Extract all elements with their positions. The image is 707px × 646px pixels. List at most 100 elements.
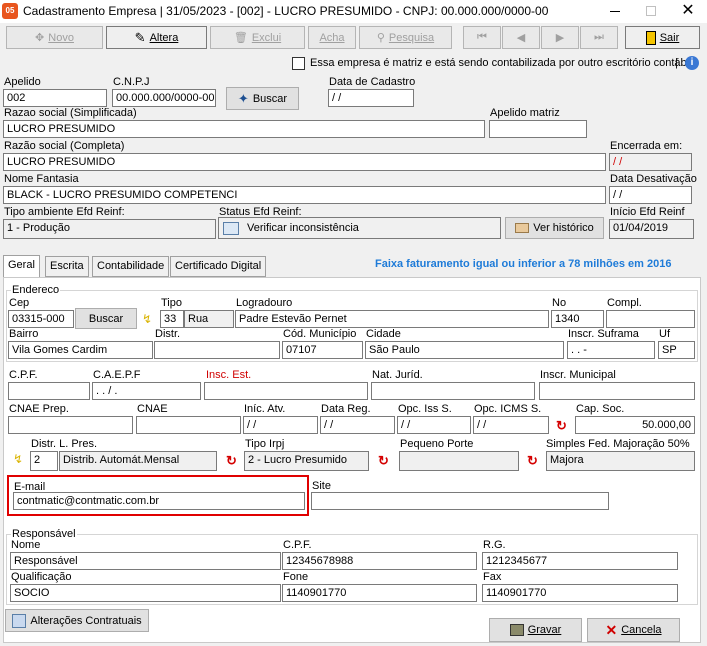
tab-certificado-digital[interactable]: Certificado Digital [170, 256, 267, 277]
close-button[interactable]: ✕ [669, 0, 707, 22]
tab-geral[interactable]: Geral [3, 255, 40, 278]
novo-button[interactable]: ✥ Novo [6, 26, 103, 49]
qualificacao-field[interactable]: SOCIO [10, 584, 281, 602]
opc-iss-field[interactable]: / / [397, 416, 471, 434]
cidade-label: Cidade [366, 328, 401, 340]
pesquisa-button[interactable]: ⚲ Pesquisa [359, 26, 452, 49]
cnae-field[interactable] [136, 416, 241, 434]
tipo-label: Tipo [161, 297, 182, 309]
cnpj-field[interactable]: 00.000.000/0000-00 [112, 89, 216, 107]
tab-escrita[interactable]: Escrita [45, 256, 89, 277]
tipo-ambiente-field[interactable]: 1 - Produção [3, 219, 216, 239]
gravar-button[interactable]: Gravar [489, 618, 582, 642]
inscr-municipal-label: Inscr. Municipal [540, 369, 616, 381]
acha-button[interactable]: Acha [308, 26, 356, 49]
data-desativacao-field[interactable]: / / [609, 186, 692, 204]
simples-majoracao-field[interactable]: Majora [546, 451, 695, 471]
cidade-field[interactable]: São Paulo [365, 341, 564, 359]
contract-icon [12, 613, 27, 628]
resp-nome-label: Nome [11, 539, 41, 551]
faixa-faturamento-text: Faixa faturamento igual ou inferior a 78… [375, 258, 672, 270]
complemento-field[interactable] [606, 310, 695, 328]
caepf-field[interactable]: . . / . [92, 382, 201, 400]
resp-cpf-field[interactable]: 12345678988 [282, 552, 477, 570]
distr-lucro-label: Distr. L. Pres. [31, 438, 98, 450]
suframa-field[interactable]: . . - [567, 341, 655, 359]
buscar-cep-button[interactable]: Buscar [75, 308, 137, 329]
distrito-field[interactable] [154, 341, 280, 359]
nome-fantasia-label: Nome Fantasia [4, 173, 79, 185]
last-record-button[interactable]: ⏭ [580, 26, 618, 49]
numero-field[interactable]: 1340 [551, 310, 604, 328]
fax-field[interactable]: 1140901770 [482, 584, 678, 602]
first-record-button[interactable]: ⏮ [463, 26, 501, 49]
opc-icms-field[interactable]: / / [473, 416, 549, 434]
pequeno-porte-field[interactable] [399, 451, 519, 471]
data-cadastro-label: Data de Cadastro [329, 76, 416, 88]
resp-nome-field[interactable]: Responsável [10, 552, 281, 570]
maximize-button [633, 0, 669, 22]
cod-municipio-field[interactable]: 07107 [282, 341, 363, 359]
reload-icon[interactable]: ↻ [527, 454, 541, 467]
logradouro-field[interactable]: Padre Estevão Pernet [235, 310, 549, 328]
matriz-checkbox[interactable] [292, 57, 305, 70]
reload-icon[interactable]: ↻ [378, 454, 392, 467]
razao-completa-label: Razão social (Completa) [4, 140, 125, 152]
cancela-button[interactable]: ✕ Cancela [587, 618, 680, 642]
edit-icon: ✎ [134, 29, 146, 45]
inicio-reinf-field[interactable]: 01/04/2019 [609, 219, 694, 239]
inscr-municipal-field[interactable] [539, 382, 695, 400]
apelido-field[interactable]: 002 [3, 89, 107, 107]
insc-est-label: Insc. Est. [206, 369, 252, 381]
tipo-irpj-field[interactable]: 2 - Lucro Presumido [244, 451, 369, 471]
nome-fantasia-field[interactable]: BLACK - LUCRO PRESUMIDO COMPETENCI [3, 186, 606, 204]
site-field[interactable] [311, 492, 609, 510]
razao-completa-field[interactable]: LUCRO PRESUMIDO [3, 153, 606, 171]
simples-majoracao-label: Simples Fed. Majoração 50% [546, 438, 690, 450]
razao-simplificada-field[interactable]: LUCRO PRESUMIDO [3, 120, 485, 138]
minimize-button[interactable] [597, 0, 633, 22]
printer-save-icon [509, 624, 524, 636]
data-registro-label: Data Reg. [321, 403, 371, 415]
cnae-label: CNAE [137, 403, 168, 415]
cnae-prep-field[interactable] [8, 416, 133, 434]
tipo-code-field[interactable]: 33 [160, 310, 184, 328]
fone-field[interactable]: 1140901770 [282, 584, 477, 602]
data-cadastro-field[interactable]: / / [328, 89, 414, 107]
nat-juridica-field[interactable] [371, 382, 535, 400]
distr-lucro-field[interactable]: Distrib. Automát.Mensal [59, 451, 217, 471]
prev-record-button[interactable]: ◀ [502, 26, 540, 49]
resp-rg-field[interactable]: 1212345677 [482, 552, 678, 570]
endereco-group-label: Endereco [11, 284, 61, 297]
encerrada-field[interactable]: / / [609, 153, 692, 171]
report-icon [223, 221, 239, 235]
inicio-atividade-field[interactable]: / / [243, 416, 318, 434]
alteracoes-contratuais-button[interactable]: Alterações Contratuais [5, 609, 149, 632]
lightning-icon[interactable]: ↯ [142, 312, 152, 326]
sair-button[interactable]: Sair [625, 26, 700, 49]
cnpj-label: C.N.P.J [113, 76, 150, 88]
tab-contabilidade[interactable]: Contabilidade [92, 256, 170, 277]
distr-lucro-code-field[interactable]: 2 [30, 451, 58, 471]
capital-social-field[interactable]: 50.000,00 [575, 416, 695, 434]
insc-est-field[interactable] [204, 382, 368, 400]
capital-social-label: Cap. Soc. [576, 403, 625, 415]
buscar-cnpj-button[interactable]: ✦ Buscar [226, 87, 299, 110]
cpf-field[interactable] [8, 382, 90, 400]
data-registro-field[interactable]: / / [320, 416, 395, 434]
window-title: Cadastramento Empresa | 31/05/2023 - [00… [23, 4, 549, 18]
status-reinf-field[interactable]: Verificar inconsistência [218, 217, 501, 239]
reload-icon[interactable]: ↻ [226, 454, 240, 467]
reload-icon[interactable]: ↻ [556, 419, 570, 432]
altera-button[interactable]: ✎ Altera [106, 26, 207, 49]
uf-field[interactable]: SP [658, 341, 695, 359]
bairro-field[interactable]: Vila Gomes Cardim [8, 341, 153, 359]
exclui-button[interactable]: 🗑 Exclui [210, 26, 305, 49]
tipo-field[interactable]: Rua [184, 310, 234, 328]
lightning-icon[interactable]: ↯ [13, 452, 23, 466]
info-icon[interactable]: i [685, 56, 699, 70]
next-record-button[interactable]: ▶ [541, 26, 579, 49]
cep-field[interactable]: 03315-000 [8, 310, 74, 328]
ver-historico-button[interactable]: Ver histórico [505, 217, 604, 239]
apelido-matriz-field[interactable] [489, 120, 587, 138]
